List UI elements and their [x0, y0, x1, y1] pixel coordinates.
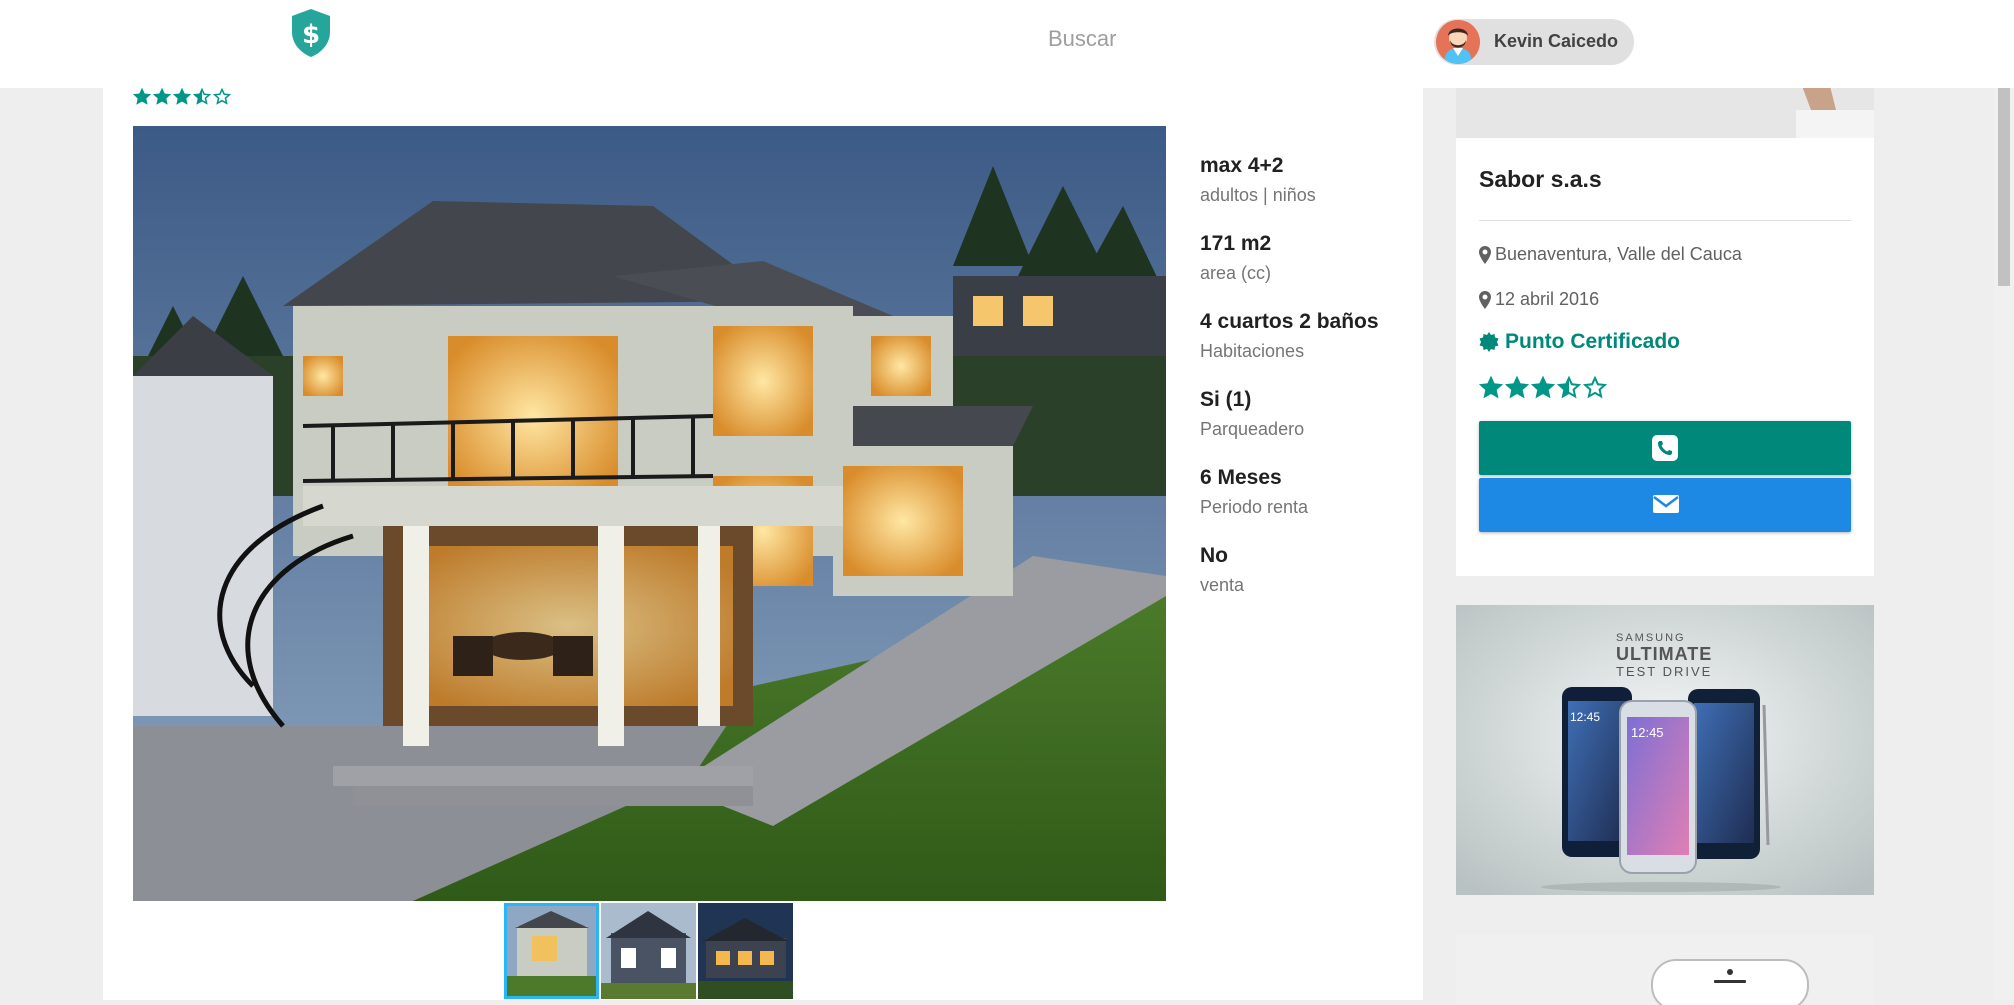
page-scrollbar[interactable] — [1994, 88, 2014, 1000]
ad-clock-b: 12:45 — [1631, 725, 1664, 740]
spec-label: venta — [1200, 575, 1245, 595]
spec-area: 171 m2 area (cc) — [1200, 228, 1380, 286]
spec-value: Si (1) — [1200, 388, 1252, 411]
star-half-icon — [1557, 376, 1581, 399]
star-full-icon — [1479, 376, 1503, 399]
phone-ad[interactable] — [1456, 935, 1874, 1005]
divider — [1479, 220, 1851, 221]
listing-rating — [133, 88, 231, 106]
ad-clock-a: 12:45 — [1570, 710, 1600, 724]
spec-label: adultos | niños — [1200, 185, 1316, 205]
seller-date: 12 abril 2016 — [1479, 289, 1599, 310]
seller-rating — [1479, 376, 1607, 400]
star-empty-icon — [1583, 376, 1607, 399]
spec-parking: Si (1) Parqueadero — [1200, 384, 1380, 442]
top-bar: $ Buscar Kevin Caicedo — [0, 0, 2014, 88]
spec-label: Parqueadero — [1200, 419, 1305, 439]
star-full-icon — [133, 88, 151, 105]
spec-label: area (cc) — [1200, 263, 1272, 283]
seller-card: Sabor s.a.s Buenaventura, Valle del Cauc… — [1456, 70, 1874, 576]
seller-location-text: Buenaventura, Valle del Cauca — [1495, 244, 1742, 264]
spec-rent-period: 6 Meses Periodo renta — [1200, 462, 1380, 520]
scrollbar-thumb[interactable] — [1998, 88, 2010, 286]
spec-capacity: max 4+2 adultos | niños — [1200, 150, 1380, 208]
call-button[interactable] — [1479, 421, 1851, 475]
envelope-icon — [1653, 495, 1679, 513]
samsung-ad[interactable]: SAMSUNG ULTIMATE TEST DRIVE 12:45 12:45 — [1456, 605, 1874, 895]
email-button[interactable] — [1479, 478, 1851, 532]
user-name: Kevin Caicedo — [1494, 31, 1619, 51]
map-marker-icon — [1479, 290, 1491, 309]
star-full-icon — [153, 88, 171, 105]
seller-name: Sabor s.a.s — [1479, 166, 1602, 192]
user-avatar-icon — [1436, 20, 1480, 64]
spec-rooms: 4 cuartos 2 baños Habitaciones — [1200, 306, 1380, 364]
user-chip[interactable]: Kevin Caicedo — [1434, 19, 1634, 65]
star-half-icon — [193, 88, 211, 105]
map-marker-icon — [1479, 245, 1491, 264]
listing-specs: max 4+2 adultos | niños 171 m2 area (cc)… — [1200, 150, 1380, 618]
spec-value: 6 Meses — [1200, 466, 1282, 489]
seller-location: Buenaventura, Valle del Cauca — [1479, 244, 1742, 265]
ad-brand: SAMSUNG — [1616, 632, 1686, 644]
star-full-icon — [1531, 376, 1555, 399]
shield-dollar-icon[interactable]: $ — [290, 8, 332, 58]
spec-value: 4 cuartos 2 baños — [1200, 310, 1379, 333]
svg-text:$: $ — [302, 20, 320, 50]
spec-label: Habitaciones — [1200, 341, 1305, 361]
ad-line2: TEST DRIVE — [1616, 664, 1712, 679]
certified-badge[interactable]: Punto Certificado — [1479, 330, 1680, 354]
thumbnail-strip — [504, 903, 793, 999]
thumb-3[interactable] — [698, 903, 793, 999]
star-empty-icon — [213, 88, 231, 105]
spec-label: Periodo renta — [1200, 497, 1309, 517]
seller-date-text: 12 abril 2016 — [1495, 289, 1600, 309]
spec-value: No — [1200, 544, 1228, 567]
phone-icon — [1652, 435, 1678, 461]
thumb-1[interactable] — [504, 903, 599, 999]
spec-value: 171 m2 — [1200, 232, 1272, 255]
certified-label: Punto Certificado — [1505, 330, 1681, 353]
star-full-icon — [173, 88, 191, 105]
star-full-icon — [1505, 376, 1529, 399]
certificate-icon — [1479, 332, 1499, 352]
ad-line1: ULTIMATE — [1616, 644, 1712, 664]
spec-sale: No venta — [1200, 540, 1380, 598]
house-exterior-photo[interactable] — [133, 126, 1166, 901]
spec-value: max 4+2 — [1200, 154, 1284, 177]
thumb-2[interactable] — [601, 903, 696, 999]
nav-search-link[interactable]: Buscar — [1048, 26, 1116, 52]
